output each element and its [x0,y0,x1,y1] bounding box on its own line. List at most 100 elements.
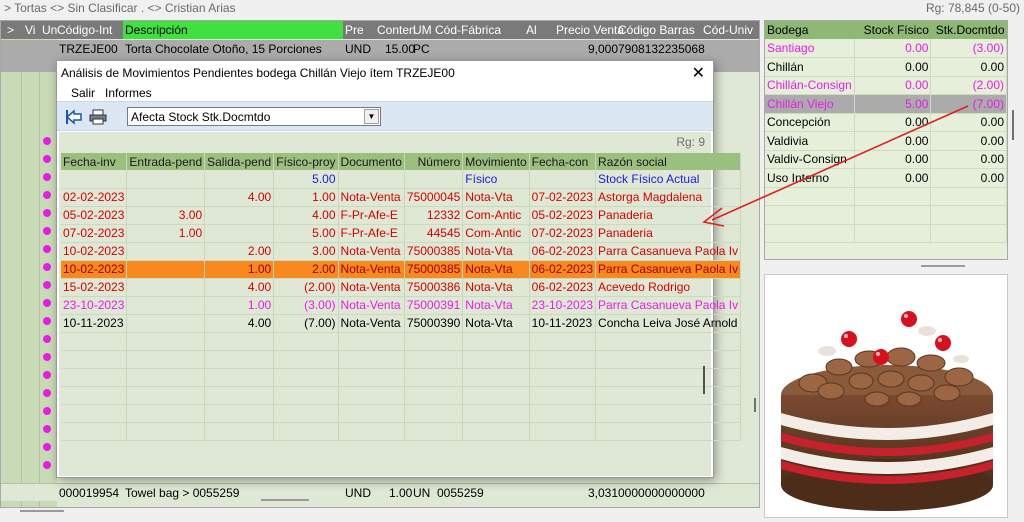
bodega-stock-panel[interactable]: Bodega Stock Físico Stk.Docmtdo Santiago… [764,20,1008,267]
table-row[interactable]: 07-02-2023 1.00 5.00 F-Pr-Afe-E 44545 Com-Ant… [61,224,742,243]
vertical-scrollbar[interactable] [1012,110,1014,140]
cell-razon-social: Panaderia [595,206,742,225]
cell-fecha-inv: 23-10-2023 [61,296,128,315]
col-salida-pend[interactable]: Salida-pend [204,153,275,170]
table-row[interactable]: 05-02-2023 3.00 4.00 F-Pr-Afe-E 12332 Com-Ant… [61,206,742,225]
table-row[interactable]: 10-02-2023 2.00 3.00 Nota-Venta 75000385 Nota… [61,242,742,261]
cell-documento: F-Pr-Afe-E [338,206,405,225]
col-um[interactable]: UM [413,23,432,37]
menu-bar: Salir Informes [57,83,713,101]
status-dot [43,443,51,451]
cell-fisico-proy: 5.00 [273,224,339,243]
cell-numero: 75000385 [404,260,464,279]
cell-numero: 75000045 [404,188,464,207]
cell-numero: 12332 [404,206,464,225]
col-numero[interactable]: Número [404,153,464,170]
col-conten[interactable]: Conten [377,23,416,37]
horizontal-scrollbar[interactable] [261,499,309,501]
col-razon-social[interactable]: Razón social [595,153,742,170]
cell-numero: 75000385 [404,242,464,261]
col-fecha-con[interactable]: Fecha-con [529,153,597,170]
cell-salida-pend: 1.00 [204,260,275,279]
col-cod-fabrica[interactable]: Cód-Fábrica [435,23,501,37]
table-row[interactable]: Santiago 0.00 (3.00) [765,39,1007,58]
col-fecha-inv[interactable]: Fecha-inv [61,153,128,170]
table-row[interactable]: Chillán-Consign 0.00 (2.00) [765,76,1007,95]
printer-icon[interactable] [89,108,107,126]
col-fisico-proy[interactable]: Físico-proy [273,153,339,170]
status-dot [43,389,51,397]
filter-dropdown[interactable]: Afecta Stock Stk.Docmtdo ▼ [127,107,381,126]
table-row[interactable]: 23-10-2023 1.00 (3.00) Nota-Venta 75000391 No… [61,296,742,315]
table-row[interactable]: 10-11-2023 4.00 (7.00) Nota-Venta 75000390 No… [61,314,742,333]
vertical-scrollbar[interactable] [703,366,705,394]
table-row[interactable]: Chillán Viejo 5.00 (7.00) [765,94,1007,114]
col-movimiento[interactable]: Movimiento [462,153,530,170]
table-row[interactable]: 15-02-2023 4.00 (2.00) Nota-Venta 75000386 No… [61,278,742,297]
cell-numero: 44545 [404,224,464,243]
cell-salida-pend [204,224,275,243]
cell-fecha-inv: 10-02-2023 [61,242,128,261]
product-grid-header: > Vi Un Código-Int Descripción Pre Conte… [1,21,759,39]
cell-movimiento: Nota-Vta [462,296,530,315]
cell-stock-fisico: 0.00 [854,57,932,77]
col-entrada-pend[interactable]: Entrada-pend [126,153,206,170]
cell-salida-pend: 2.00 [204,242,275,261]
cell-salida-pend: 4.00 [204,278,275,297]
cell-razon-social: Panaderia [595,224,742,243]
table-row[interactable]: Chillán 0.00 0.00 [765,57,1007,77]
menu-informes[interactable]: Informes [105,86,152,100]
cell-movimiento: Físico [462,170,530,189]
movements-dialog[interactable]: Análisis de Movimientos Pendientes bodeg… [56,60,742,501]
status-dot [43,299,51,307]
table-row[interactable]: TRZEJE00 Torta Chocolate Otoño, 15 Porci… [1,40,759,58]
movements-grid[interactable]: Rg: 9 Fecha-inv Entrada-pend Salida-pend… [59,132,742,501]
vertical-scrollbar[interactable] [754,398,756,412]
col-codigo-int[interactable]: Código-Int [57,23,112,37]
col-expand[interactable]: > [7,23,14,37]
col-pre[interactable]: Pre [345,23,364,37]
col-stk-docmtdo[interactable]: Stk.Docmtdo [930,21,1007,39]
cell-stock-fisico: 0.00 [854,168,932,188]
table-row[interactable]: 5.00 Físico Stock Físico Actual [61,170,742,189]
table-row[interactable]: Valdivia 0.00 0.00 [765,131,1007,151]
col-un[interactable]: Un [42,23,57,37]
cell-stk-docmtdo: 0.00 [930,57,1007,77]
status-dot [43,209,51,217]
table-row[interactable]: Uso Interno 0.00 0.00 [765,168,1007,188]
col-vi[interactable]: Vi [25,23,35,37]
table-row[interactable]: 000019954 Towel bag > 0055259 UND 1.00 U… [1,483,759,501]
cell-stk-docmtdo: 0.00 [930,168,1007,188]
cell-movimiento: Nota-Vta [462,314,530,333]
cell-bodega: Valdiv-Consign [765,150,855,169]
cell-razon-social: Parra Casanueva Paola Iv [595,260,742,279]
col-cod-univ[interactable]: Cód-Univ [703,23,753,37]
col-descripcion[interactable]: Descripción [123,21,343,39]
table-row[interactable]: 02-02-2023 4.00 1.00 Nota-Venta 75000045 Nota… [61,188,742,207]
cell-fecha-inv: 15-02-2023 [61,278,128,297]
cell-fecha-con: 23-10-2023 [529,296,597,315]
menu-salir[interactable]: Salir [71,86,95,100]
col-al[interactable]: Al [526,23,537,37]
bodega-table[interactable]: Bodega Stock Físico Stk.Docmtdo Santiago… [765,21,1007,243]
horizontal-scrollbar[interactable] [20,510,64,512]
table-row[interactable]: Concepción 0.00 0.00 [765,113,1007,132]
empty-row [61,350,742,369]
cell-pre: UND [345,42,371,56]
cell-movimiento: Nota-Vta [462,278,530,297]
close-icon[interactable]: ✕ [692,63,705,83]
table-row[interactable]: 10-02-2023 1.00 2.00 Nota-Venta 75000385 Nota… [61,260,742,279]
back-arrow-icon[interactable] [65,108,83,126]
col-codigo-barras[interactable]: Código Barras [618,23,695,37]
movements-table[interactable]: Fecha-inv Entrada-pend Salida-pend Físic… [61,153,742,441]
horizontal-scrollbar[interactable] [921,265,965,267]
cell-um: PC [413,42,430,56]
chevron-down-icon[interactable]: ▼ [364,109,379,124]
col-documento[interactable]: Documento [338,153,405,170]
col-stock-fisico[interactable]: Stock Físico [854,21,931,39]
col-precio-venta[interactable]: Precio Venta [556,23,624,37]
table-row[interactable]: Valdiv-Consign 0.00 0.00 [765,150,1007,169]
col-bodega[interactable]: Bodega [765,21,855,39]
record-count: Rg: 78,845 (0-50) [925,1,1020,15]
cell-codigo: 000019954 [59,486,120,500]
